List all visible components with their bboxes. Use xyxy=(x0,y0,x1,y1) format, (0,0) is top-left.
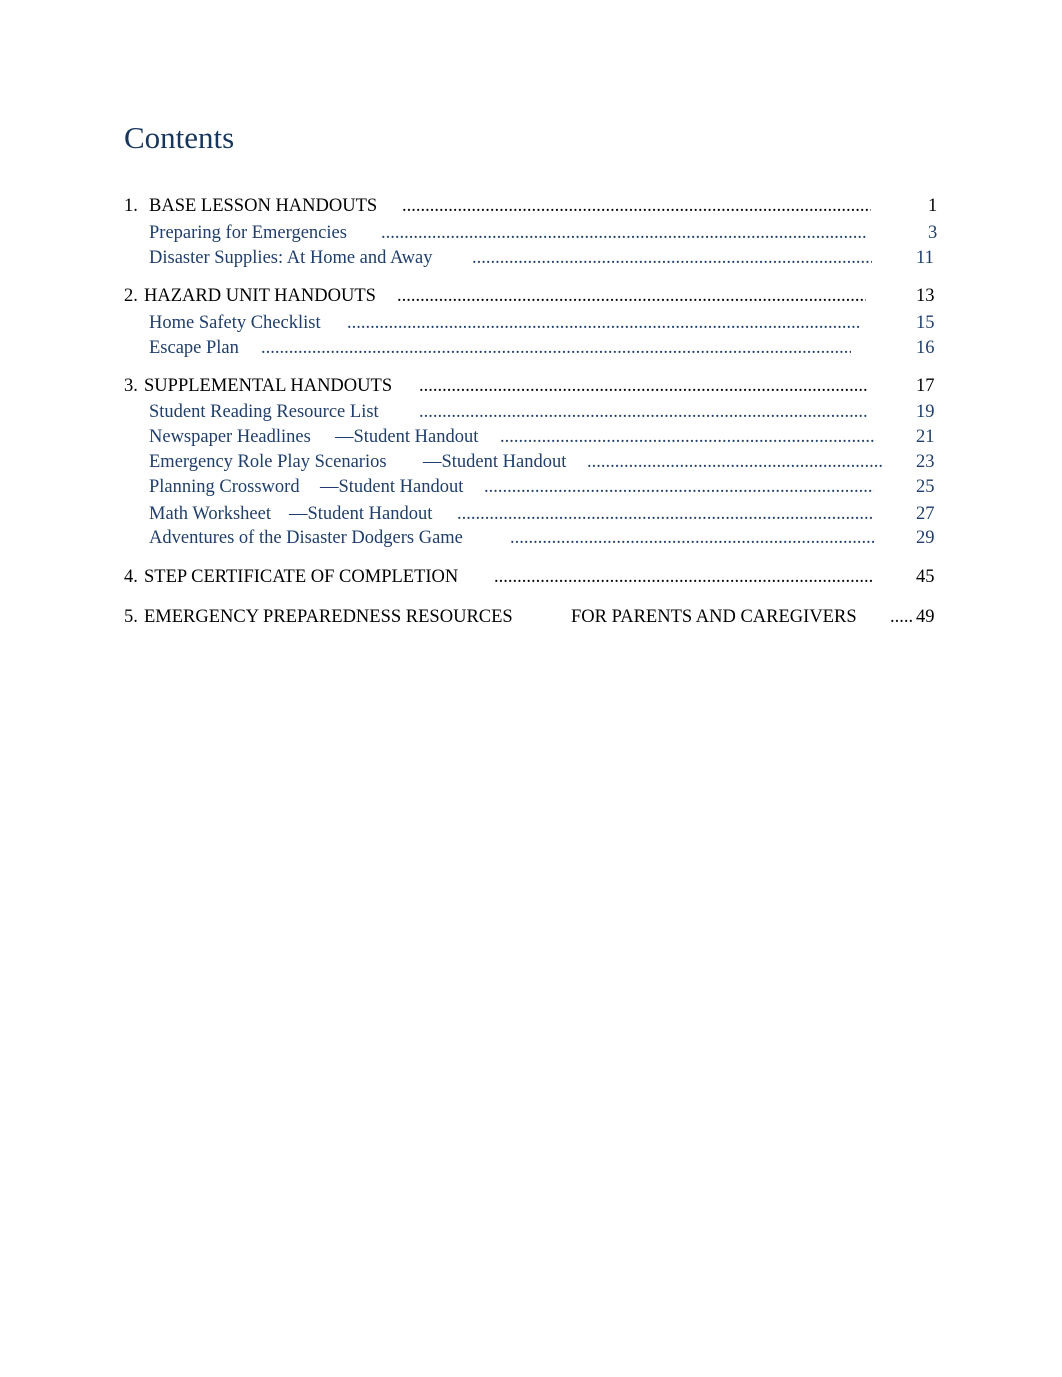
entry-number: 2. xyxy=(124,286,138,306)
dot-leader: ........................................… xyxy=(381,223,868,243)
dot-leader: ........................................… xyxy=(347,313,860,333)
entry-number: 4. xyxy=(124,567,138,587)
dot-leader: ........................................… xyxy=(419,376,868,396)
entry-title[interactable]: Student Reading Resource List xyxy=(149,402,379,423)
page-number: 45 xyxy=(916,567,935,587)
entry-number: 5. xyxy=(124,607,138,627)
contents-title: Contents xyxy=(124,120,235,155)
entry-title[interactable]: Emergency Role Play Scenarios xyxy=(149,452,387,473)
page-number: 17 xyxy=(916,376,935,396)
dot-leader: ........................................… xyxy=(484,477,874,497)
dot-leader: ........................................… xyxy=(397,286,866,306)
dot-leader: ........................................… xyxy=(510,528,876,548)
entry-title[interactable]: HAZARD UNIT HANDOUTS xyxy=(144,286,376,307)
entry-title[interactable]: Newspaper Headlines xyxy=(149,427,311,448)
dot-leader: ........................................… xyxy=(494,567,874,587)
dot-leader: ........................................… xyxy=(500,427,876,447)
dot-leader: ........................................… xyxy=(402,196,871,216)
page-number: 13 xyxy=(916,286,935,306)
page-number: 15 xyxy=(916,313,935,333)
entry-subtitle: FOR PARENTS AND CAREGIVERS xyxy=(571,607,857,627)
entry-title[interactable]: Adventures of the Disaster Dodgers Game xyxy=(149,528,463,549)
entry-title[interactable]: SUPPLEMENTAL HANDOUTS xyxy=(144,376,392,397)
page-number: 3 xyxy=(928,223,938,243)
page-number: 29 xyxy=(916,528,935,548)
dot-leader: ........................................… xyxy=(890,607,914,627)
entry-subtitle: —Student Handout xyxy=(289,504,433,524)
page-number: 23 xyxy=(916,452,935,472)
dot-leader: ........................................… xyxy=(457,504,872,524)
page-number: 19 xyxy=(916,402,935,422)
page-number: 25 xyxy=(916,477,935,497)
dot-leader: ........................................… xyxy=(419,402,868,422)
dot-leader: ........................................… xyxy=(472,248,872,268)
page-number: 16 xyxy=(916,338,935,358)
page-number: 21 xyxy=(916,427,935,447)
entry-title[interactable]: Escape Plan xyxy=(149,338,239,359)
entry-title[interactable]: Math Worksheet xyxy=(149,504,271,525)
page-number: 1 xyxy=(928,196,938,216)
entry-number: 3. xyxy=(124,376,138,396)
page-number: 49 xyxy=(916,607,935,627)
entry-subtitle: —Student Handout xyxy=(335,427,479,447)
entry-title[interactable]: BASE LESSON HANDOUTS xyxy=(149,196,377,217)
page-number: 27 xyxy=(916,504,935,524)
entry-title[interactable]: Planning Crossword xyxy=(149,477,300,498)
entry-title[interactable]: STEP CERTIFICATE OF COMPLETION xyxy=(144,567,458,588)
entry-title[interactable]: Preparing for Emergencies xyxy=(149,223,347,244)
entry-subtitle: —Student Handout xyxy=(320,477,464,497)
entry-subtitle: —Student Handout xyxy=(423,452,567,472)
entry-title[interactable]: Disaster Supplies: At Home and Away xyxy=(149,248,432,269)
dot-leader: ........................................… xyxy=(261,338,851,358)
dot-leader: ........................................… xyxy=(587,452,884,472)
entry-number: 1. xyxy=(124,196,138,216)
entry-title[interactable]: EMERGENCY PREPAREDNESS RESOURCES xyxy=(144,607,513,628)
entry-title[interactable]: Home Safety Checklist xyxy=(149,313,321,334)
page-number: 11 xyxy=(916,248,934,268)
